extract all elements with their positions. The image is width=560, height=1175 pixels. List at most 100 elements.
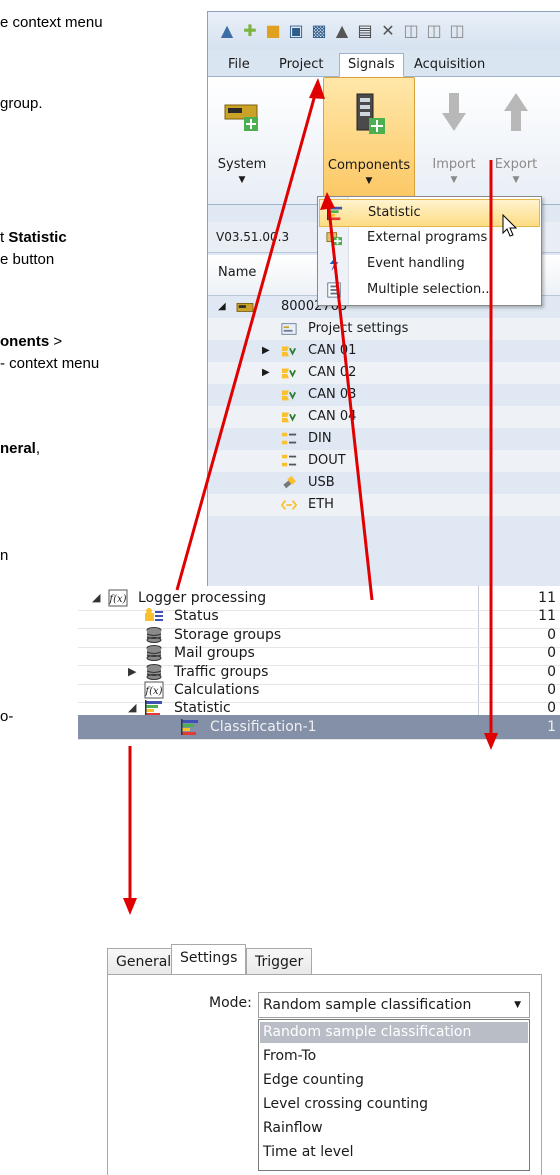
components-dropdown-arrow-icon: ▼ — [365, 176, 373, 186]
tree-row[interactable]: DIN — [208, 428, 560, 451]
mode-option[interactable]: Random sample classification — [260, 1022, 528, 1043]
tree-row[interactable]: Project settings — [208, 318, 560, 341]
mode-dropdown-list: Random sample classification From-To Edge … — [258, 1019, 530, 1171]
tab-project[interactable]: Project — [271, 54, 331, 76]
auto-icon[interactable]: ▲ — [333, 22, 351, 40]
doc-line-9: o- — [0, 708, 14, 725]
device-icon — [236, 299, 254, 315]
context-menu-item-label: Multiple selection... — [367, 282, 494, 297]
logger-tree-row-label: Classification-1 — [210, 718, 317, 735]
can-icon — [280, 365, 298, 381]
collapse-arrow-icon[interactable]: ◢ — [218, 296, 226, 318]
name-column-label: Name — [218, 265, 257, 280]
eth-icon — [280, 497, 298, 513]
tab-acquisition[interactable]: Acquisition — [406, 54, 493, 76]
copy-icon[interactable]: ◫ — [402, 22, 420, 40]
doc-line-8: n — [0, 547, 9, 564]
context-menu-item-label: External programs — [367, 230, 488, 245]
components-context-menu: Statistic External programs Event handling… — [317, 196, 542, 306]
print-icon[interactable]: ▤ — [356, 22, 374, 40]
export-dropdown-arrow-icon: ▼ — [512, 175, 520, 185]
tree-row-label: CAN 04 — [308, 409, 357, 424]
tab-signals[interactable]: Signals — [339, 53, 404, 77]
tree-row-label: USB — [308, 475, 335, 490]
app-menu-icon[interactable]: ▲ — [218, 22, 236, 40]
version-text: V03.51.00.3 — [216, 230, 290, 244]
ribbon: System ▼ Components ▼ Import ▼ Export ▼ — [208, 77, 560, 205]
mode-option[interactable]: From-To — [260, 1046, 528, 1067]
doc-line-7: neral, — [0, 440, 41, 457]
import-button[interactable]: Import ▼ — [424, 77, 484, 197]
mode-select-value: Random sample classification — [263, 997, 472, 1013]
tree-row-label: ETH — [308, 497, 334, 512]
new-icon[interactable]: ✚ — [241, 22, 259, 40]
doc-line-4: e button — [0, 251, 55, 268]
din-icon — [280, 431, 298, 447]
statistic-icon — [326, 205, 344, 221]
tab-trigger[interactable]: Trigger — [246, 948, 313, 975]
mode-option[interactable]: Time at level — [260, 1142, 528, 1163]
statistic-settings-panel: General Settings Trigger Mode: Random sa… — [107, 943, 542, 1175]
tree-row-label: DIN — [308, 431, 332, 446]
expand-arrow-icon[interactable]: ▶ — [262, 362, 270, 384]
quick-access-toolbar: ▲ ✚ ■ ▣ ▩ ▲ ▤ ✕ ◫ ◫ ◫ — [208, 12, 560, 50]
context-menu-item-multiple-selection[interactable]: Multiple selection... — [319, 277, 540, 303]
settings-body: Mode: Random sample classification ▼ Ran… — [107, 974, 542, 1175]
components-button[interactable]: Components ▼ — [323, 77, 415, 199]
mouse-cursor-icon — [502, 214, 518, 237]
event-handling-icon — [325, 256, 343, 272]
multiple-selection-icon — [325, 282, 343, 298]
tree-row-label: CAN 02 — [308, 365, 357, 380]
doc-line-5: onents > — [0, 333, 63, 350]
cut-icon[interactable]: ✕ — [379, 22, 397, 40]
tab-settings[interactable]: Settings — [171, 944, 247, 975]
import-dropdown-arrow-icon: ▼ — [450, 175, 458, 185]
can-icon — [280, 343, 298, 359]
tree-row[interactable]: ETH — [208, 494, 560, 517]
tree-row[interactable]: CAN 03 — [208, 384, 560, 407]
paste-icon[interactable]: ◫ — [425, 22, 443, 40]
settings-tab-bar: General Settings Trigger — [107, 943, 541, 975]
doc-line-1: e context menu — [0, 14, 103, 31]
system-label: System — [217, 157, 267, 172]
system-icon — [224, 104, 258, 131]
save-icon[interactable]: ▣ — [287, 22, 305, 40]
tree-row-label: Project settings — [308, 321, 409, 336]
tree-row[interactable]: CAN 04 — [208, 406, 560, 429]
import-label: Import — [432, 157, 476, 172]
arrow-head-down-left — [123, 898, 137, 915]
logger-tree-row[interactable]: Classification-1 1 — [78, 714, 560, 740]
components-label: Components — [327, 158, 411, 173]
save-as-icon[interactable]: ▩ — [310, 22, 328, 40]
mode-option[interactable]: Level crossing counting — [260, 1094, 528, 1115]
statistic-icon — [180, 718, 200, 736]
tab-general[interactable]: General — [107, 948, 181, 975]
open-icon[interactable]: ■ — [264, 22, 282, 40]
external-programs-icon — [325, 230, 343, 246]
doc-line-6: - context menu — [0, 355, 100, 372]
tree-row[interactable]: USB — [208, 472, 560, 495]
tree-row[interactable]: DOUT — [208, 450, 560, 473]
project-settings-icon — [280, 321, 298, 337]
system-dropdown-arrow-icon: ▼ — [238, 175, 246, 185]
mode-option[interactable]: Edge counting — [260, 1070, 528, 1091]
tree-row-label: CAN 01 — [308, 343, 357, 358]
context-menu-item-event-handling[interactable]: Event handling — [319, 251, 540, 277]
tree-row[interactable]: ▶ CAN 01 — [208, 340, 560, 363]
context-menu-item-label: Event handling — [367, 256, 465, 271]
import-arrow-icon — [442, 93, 466, 131]
mode-label: Mode: — [209, 995, 252, 1011]
tree-row[interactable]: ▶ CAN 02 — [208, 362, 560, 385]
paste-special-icon[interactable]: ◫ — [448, 22, 466, 40]
chevron-down-icon: ▼ — [514, 1000, 521, 1010]
svg-text:f(x): f(x) — [108, 594, 126, 605]
doc-line-3: t Statistic — [0, 229, 67, 246]
context-menu-item-label: Statistic — [368, 205, 421, 220]
mode-select[interactable]: Random sample classification ▼ — [258, 992, 530, 1018]
doc-line-2: group. — [0, 95, 43, 112]
export-button[interactable]: Export ▼ — [486, 77, 546, 197]
expand-arrow-icon[interactable]: ▶ — [262, 340, 270, 362]
system-button[interactable]: System ▼ — [214, 77, 270, 197]
mode-option[interactable]: Rainflow — [260, 1118, 528, 1139]
tab-file[interactable]: File — [220, 54, 258, 76]
